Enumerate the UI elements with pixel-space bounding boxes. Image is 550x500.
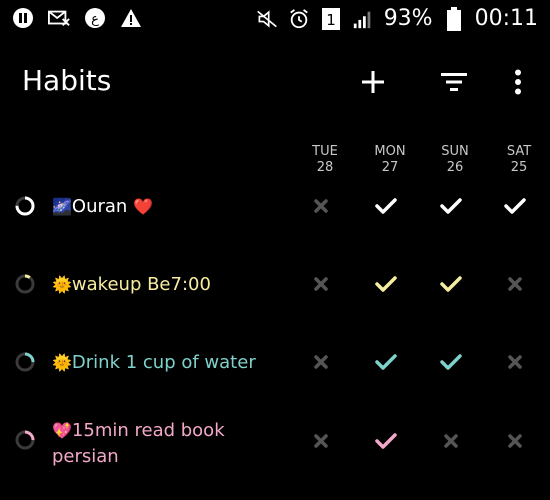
warning-icon bbox=[120, 7, 142, 29]
day-name: SUN bbox=[441, 144, 469, 159]
habit-name[interactable]: 💖15min read book persian bbox=[52, 418, 225, 470]
check-icon[interactable] bbox=[373, 351, 399, 373]
alarm-icon bbox=[288, 8, 310, 30]
habit-label-line2: persian bbox=[52, 446, 119, 467]
x-icon[interactable] bbox=[438, 430, 464, 452]
x-icon[interactable] bbox=[308, 430, 334, 452]
pause-icon bbox=[12, 7, 34, 29]
plus-icon bbox=[362, 71, 384, 93]
signal-icon bbox=[352, 8, 374, 30]
more-options-button[interactable] bbox=[500, 64, 536, 100]
sim-icon: 1 bbox=[320, 7, 342, 30]
svg-text:ع: ع bbox=[91, 12, 99, 27]
filter-button[interactable] bbox=[436, 64, 472, 100]
check-icon[interactable] bbox=[373, 430, 399, 452]
check-icon[interactable] bbox=[438, 351, 464, 373]
mail-x-icon bbox=[48, 7, 70, 29]
habit-label: Drink 1 cup of water bbox=[71, 352, 256, 373]
progress-ring-icon bbox=[15, 430, 35, 450]
progress-ring-icon bbox=[15, 196, 35, 216]
mute-icon bbox=[256, 8, 278, 30]
day-header-sat: SAT 25 bbox=[489, 144, 549, 176]
day-name: SAT bbox=[506, 144, 532, 159]
day-header-mon: MON 27 bbox=[360, 144, 420, 176]
toolbar: Habits bbox=[0, 54, 550, 110]
day-number: 26 bbox=[446, 160, 464, 175]
x-icon[interactable] bbox=[502, 273, 528, 295]
check-icon[interactable] bbox=[502, 195, 528, 217]
habit-emoji: 🌌 bbox=[52, 197, 72, 216]
habit-emoji: 🌞 bbox=[52, 275, 72, 294]
habit-emoji: 💖 bbox=[52, 421, 72, 440]
heart-emoji: ❤️ bbox=[133, 197, 153, 216]
x-icon[interactable] bbox=[502, 430, 528, 452]
day-header-tue: TUE 28 bbox=[295, 144, 355, 176]
progress-ring-icon bbox=[15, 352, 35, 372]
app-icon: ع bbox=[84, 7, 106, 29]
day-header-sun: SUN 26 bbox=[425, 144, 485, 176]
day-number: 28 bbox=[316, 160, 334, 175]
check-icon[interactable] bbox=[373, 273, 399, 295]
add-habit-button[interactable] bbox=[355, 64, 391, 100]
habit-name[interactable]: 🌌Ouran ❤️ bbox=[52, 196, 153, 217]
habit-label: Ouran bbox=[71, 196, 128, 217]
habit-emoji: 🌞 bbox=[52, 353, 72, 372]
day-number: 27 bbox=[381, 160, 399, 175]
habit-name[interactable]: 🌞Drink 1 cup of water bbox=[52, 352, 256, 373]
clock: 00:11 bbox=[474, 6, 538, 31]
more-vert-icon bbox=[515, 69, 521, 95]
check-icon[interactable] bbox=[373, 195, 399, 217]
check-icon[interactable] bbox=[438, 195, 464, 217]
check-icon[interactable] bbox=[438, 273, 464, 295]
day-name: TUE bbox=[312, 144, 338, 159]
filter-icon bbox=[441, 73, 467, 91]
x-icon[interactable] bbox=[308, 351, 334, 373]
page-title: Habits bbox=[22, 64, 112, 97]
habit-name[interactable]: 🌞wakeup Be7:00 bbox=[52, 274, 211, 295]
progress-ring-icon bbox=[15, 274, 35, 294]
habit-label: 15min read book bbox=[71, 420, 225, 441]
day-number: 25 bbox=[510, 160, 528, 175]
sim-number: 1 bbox=[326, 11, 336, 29]
day-name: MON bbox=[374, 144, 406, 159]
battery-icon bbox=[443, 6, 465, 31]
x-icon[interactable] bbox=[502, 351, 528, 373]
x-icon[interactable] bbox=[308, 273, 334, 295]
x-icon[interactable] bbox=[308, 195, 334, 217]
habit-label: wakeup Be7:00 bbox=[71, 274, 211, 295]
battery-percent: 93% bbox=[383, 6, 433, 31]
status-bar: ع 1 93% 00:11 bbox=[0, 0, 550, 38]
